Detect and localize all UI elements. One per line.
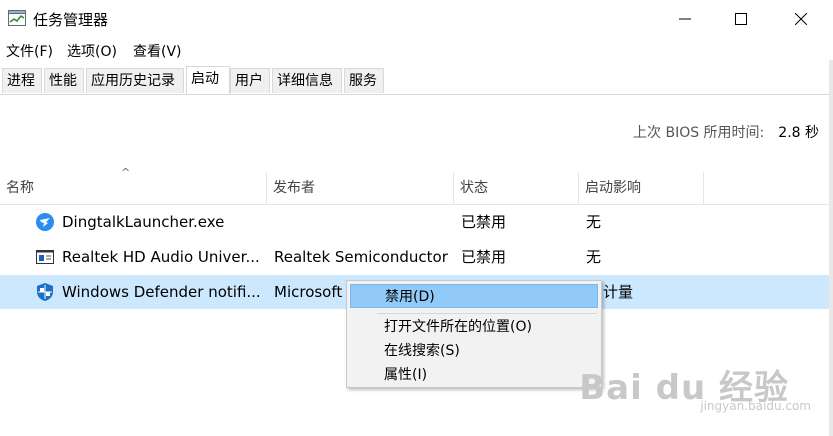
context-menu-separator	[377, 313, 597, 314]
task-manager-icon	[8, 10, 26, 26]
table-row[interactable]: DingtalkLauncher.exe 已禁用 无	[0, 205, 833, 239]
close-icon	[795, 13, 807, 25]
row-publisher	[274, 205, 452, 239]
table-header: ^ 名称 发布者 状态 启动影响	[0, 166, 833, 205]
row-impact: 无	[586, 213, 602, 231]
title-bar[interactable]: 任务管理器	[0, 0, 833, 38]
menu-file[interactable]: 文件(F)	[6, 41, 53, 61]
tab-startup[interactable]: 启动	[186, 66, 230, 94]
context-menu-properties[interactable]: 属性(I)	[350, 363, 598, 387]
row-status: 已禁用	[461, 248, 507, 266]
bios-time-label: 上次 BIOS 所用时间:	[633, 125, 765, 141]
row-publisher: Microsoft	[274, 283, 343, 301]
bios-time-value: 2.8 秒	[778, 125, 819, 141]
context-menu: 禁用(D) 打开文件所在的位置(O) 在线搜索(S) 属性(I)	[346, 280, 602, 388]
column-publisher[interactable]: 发布者	[267, 172, 454, 204]
row-name: Windows Defender notifi...	[62, 283, 261, 301]
bios-time: 上次 BIOS 所用时间: 2.8 秒	[633, 122, 819, 142]
context-menu-disable[interactable]: 禁用(D)	[350, 284, 598, 308]
maximize-button[interactable]	[710, 0, 772, 38]
column-startup-impact[interactable]: 启动影响	[579, 172, 704, 204]
row-publisher: Realtek Semiconductor	[274, 248, 448, 266]
tab-services[interactable]: 服务	[344, 68, 384, 93]
context-menu-search-online[interactable]: 在线搜索(S)	[350, 339, 598, 363]
row-status: 已禁用	[461, 213, 507, 231]
row-impact: 计量	[603, 283, 634, 301]
column-status[interactable]: 状态	[454, 172, 579, 204]
maximize-icon	[735, 13, 747, 25]
minimize-button[interactable]	[654, 0, 716, 38]
close-button[interactable]	[770, 0, 832, 38]
row-impact: 无	[586, 248, 602, 266]
tab-users[interactable]: 用户	[230, 68, 270, 93]
tab-processes[interactable]: 进程	[2, 68, 42, 93]
window-title: 任务管理器	[33, 11, 109, 29]
row-name: DingtalkLauncher.exe	[62, 213, 225, 231]
menu-options[interactable]: 选项(O)	[67, 41, 117, 61]
row-name: Realtek HD Audio Univer...	[62, 248, 260, 266]
menu-bar: 文件(F) 选项(O) 查看(V)	[0, 40, 833, 62]
context-menu-open-file-location[interactable]: 打开文件所在的位置(O)	[350, 315, 598, 339]
tab-details[interactable]: 详细信息	[272, 68, 342, 93]
minimize-icon	[679, 18, 691, 20]
windows-defender-icon	[36, 283, 54, 301]
dingtalk-icon	[36, 213, 54, 231]
tab-bar: 进程 性能 应用历史记录 启动 用户 详细信息 服务	[0, 66, 833, 95]
tab-app-history[interactable]: 应用历史记录	[86, 68, 184, 93]
window-edge	[829, 60, 833, 436]
column-name[interactable]: 名称	[0, 172, 267, 204]
realtek-audio-icon	[36, 248, 54, 266]
baidu-watermark-url: jingyan.baidu.com	[700, 399, 811, 413]
table-row[interactable]: Realtek HD Audio Univer... Realtek Semic…	[0, 240, 833, 274]
tab-performance[interactable]: 性能	[44, 68, 84, 93]
menu-view[interactable]: 查看(V)	[133, 41, 182, 61]
